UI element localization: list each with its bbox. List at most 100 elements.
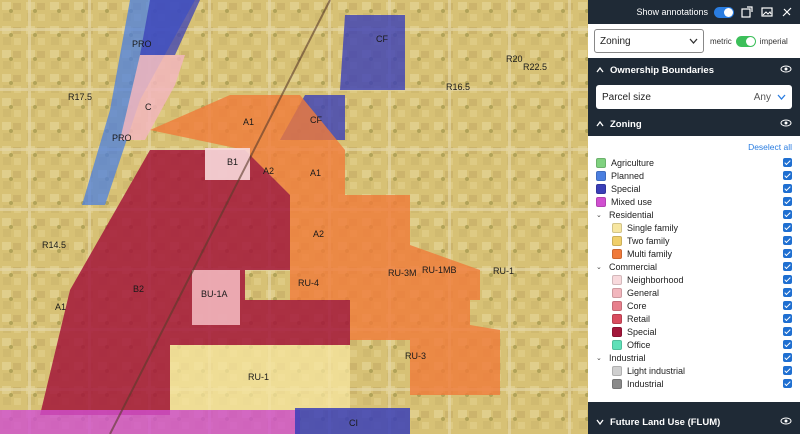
legend-swatch (612, 313, 622, 324)
legend-swatch (612, 326, 622, 337)
legend-item-left: Core (612, 300, 647, 311)
label-ru-1mb: RU-1MB (422, 265, 457, 275)
ownership-title: Ownership Boundaries (610, 64, 714, 76)
legend-item[interactable]: Neighborhood (596, 273, 792, 286)
legend-group[interactable]: ⌄ Industrial (596, 351, 792, 364)
legend-item[interactable]: Special (596, 182, 792, 195)
legend-checkbox[interactable] (783, 249, 792, 258)
legend-group-left: ⌄ Commercial (596, 262, 657, 272)
deselect-all-link[interactable]: Deselect all (596, 142, 792, 152)
legend-item[interactable]: Agriculture (596, 156, 792, 169)
legend-checkbox[interactable] (783, 197, 792, 206)
label-pro-1: PRO (132, 39, 152, 49)
legend-item-left: Industrial (612, 378, 664, 389)
label-ru-3m: RU-3M (388, 268, 417, 278)
legend-swatch (612, 339, 622, 350)
eye-icon[interactable] (780, 417, 792, 428)
legend-label: General (627, 287, 660, 298)
legend-item[interactable]: Industrial (596, 377, 792, 390)
legend-checkbox[interactable] (783, 379, 792, 388)
legend-item[interactable]: Retail (596, 312, 792, 325)
parcel-size-row: Parcel size Any (588, 82, 800, 112)
legend-label: Special (627, 326, 657, 337)
legend-checkbox[interactable] (783, 301, 792, 310)
legend-item[interactable]: Single family (596, 221, 792, 234)
legend-item[interactable]: Special (596, 325, 792, 338)
ownership-header[interactable]: Ownership Boundaries (588, 58, 800, 82)
legend-checkbox[interactable] (783, 171, 792, 180)
legend-item-left: Special (596, 183, 641, 194)
legend-item-left: Special (612, 326, 657, 337)
legend-checkbox[interactable] (783, 340, 792, 349)
legend-item[interactable]: Light industrial (596, 364, 792, 377)
parcel-size-label: Parcel size (602, 91, 651, 103)
legend-swatch (596, 183, 606, 194)
legend-checkbox[interactable] (783, 184, 792, 193)
legend-group[interactable]: ⌄ Commercial (596, 260, 792, 273)
legend-checkbox[interactable] (783, 223, 792, 232)
legend-checkbox[interactable] (783, 158, 792, 167)
chevron-down-icon[interactable]: ⌄ (596, 263, 604, 271)
legend-item[interactable]: Office (596, 338, 792, 351)
legend-checkbox[interactable] (783, 314, 792, 323)
legend-swatch (612, 365, 622, 376)
legend-item[interactable]: Core (596, 299, 792, 312)
legend-group-checkbox[interactable] (783, 210, 792, 219)
legend-label: Industrial (627, 378, 664, 389)
legend-checkbox[interactable] (783, 366, 792, 375)
label-a1-2: A1 (310, 168, 321, 178)
legend-item[interactable]: General (596, 286, 792, 299)
zoning-title: Zoning (610, 118, 642, 130)
imperial-label: imperial (759, 36, 788, 46)
map-canvas[interactable]: PRO CF R20 R22.5 R17.5 R16.5 C A1 CF PRO… (0, 0, 588, 434)
parcel-size-select[interactable]: Parcel size Any (596, 85, 792, 109)
show-annotations-toggle[interactable] (714, 6, 734, 18)
legend-item[interactable]: Two family (596, 234, 792, 247)
legend-group-label: Commercial (609, 261, 658, 272)
legend-label: Special (611, 183, 641, 194)
units-toggle-group: metric imperial (710, 35, 788, 47)
side-panel: Show annotations Zoning metric imperial (588, 0, 800, 434)
share-icon[interactable] (740, 5, 754, 19)
legend-checkbox[interactable] (783, 327, 792, 336)
flum-header[interactable]: Future Land Use (FLUM) (588, 410, 800, 434)
legend-swatch (596, 170, 606, 181)
label-a1-1: A1 (243, 117, 254, 127)
legend-group[interactable]: ⌄ Residential (596, 208, 792, 221)
legend-checkbox[interactable] (783, 236, 792, 245)
legend-label: Two family (627, 235, 670, 246)
eye-icon[interactable] (780, 119, 792, 130)
legend-swatch (612, 287, 622, 298)
legend-item-left: Single family (612, 222, 678, 233)
units-toggle[interactable] (735, 35, 756, 47)
legend-swatch (612, 274, 622, 285)
chevron-down-icon[interactable]: ⌄ (596, 211, 604, 219)
legend-item[interactable]: Multi family (596, 247, 792, 260)
legend-item[interactable]: Planned (596, 169, 792, 182)
legend-item-left: Office (612, 339, 650, 350)
tools-icon[interactable] (780, 5, 794, 19)
zone-cf-1[interactable] (340, 15, 405, 90)
legend-checkbox[interactable] (783, 288, 792, 297)
chevron-up-icon (596, 119, 604, 130)
label-a2-1: A2 (263, 166, 274, 176)
legend-swatch (612, 300, 622, 311)
label-r14-5: R14.5 (42, 240, 66, 250)
legend-item[interactable]: Mixed use (596, 195, 792, 208)
legend-checkbox[interactable] (783, 275, 792, 284)
legend-group-checkbox[interactable] (783, 353, 792, 362)
legend-group-checkbox[interactable] (783, 262, 792, 271)
zoning-header[interactable]: Zoning (588, 112, 800, 136)
legend-item-left: Retail (612, 313, 650, 324)
legend-group-label: Residential (609, 209, 654, 220)
top-toolbar: Show annotations (588, 0, 800, 24)
layer-select[interactable]: Zoning (594, 29, 704, 53)
legend-item-left: General (612, 287, 660, 298)
eye-icon[interactable] (780, 65, 792, 76)
label-r20: R20 (506, 54, 523, 64)
label-ru-1-lower: RU-1 (248, 372, 269, 382)
zoning-map[interactable]: PRO CF R20 R22.5 R17.5 R16.5 C A1 CF PRO… (0, 0, 588, 434)
zone-mixed-use-bottom[interactable] (0, 410, 300, 434)
chevron-down-icon[interactable]: ⌄ (596, 354, 604, 362)
image-icon[interactable] (760, 5, 774, 19)
